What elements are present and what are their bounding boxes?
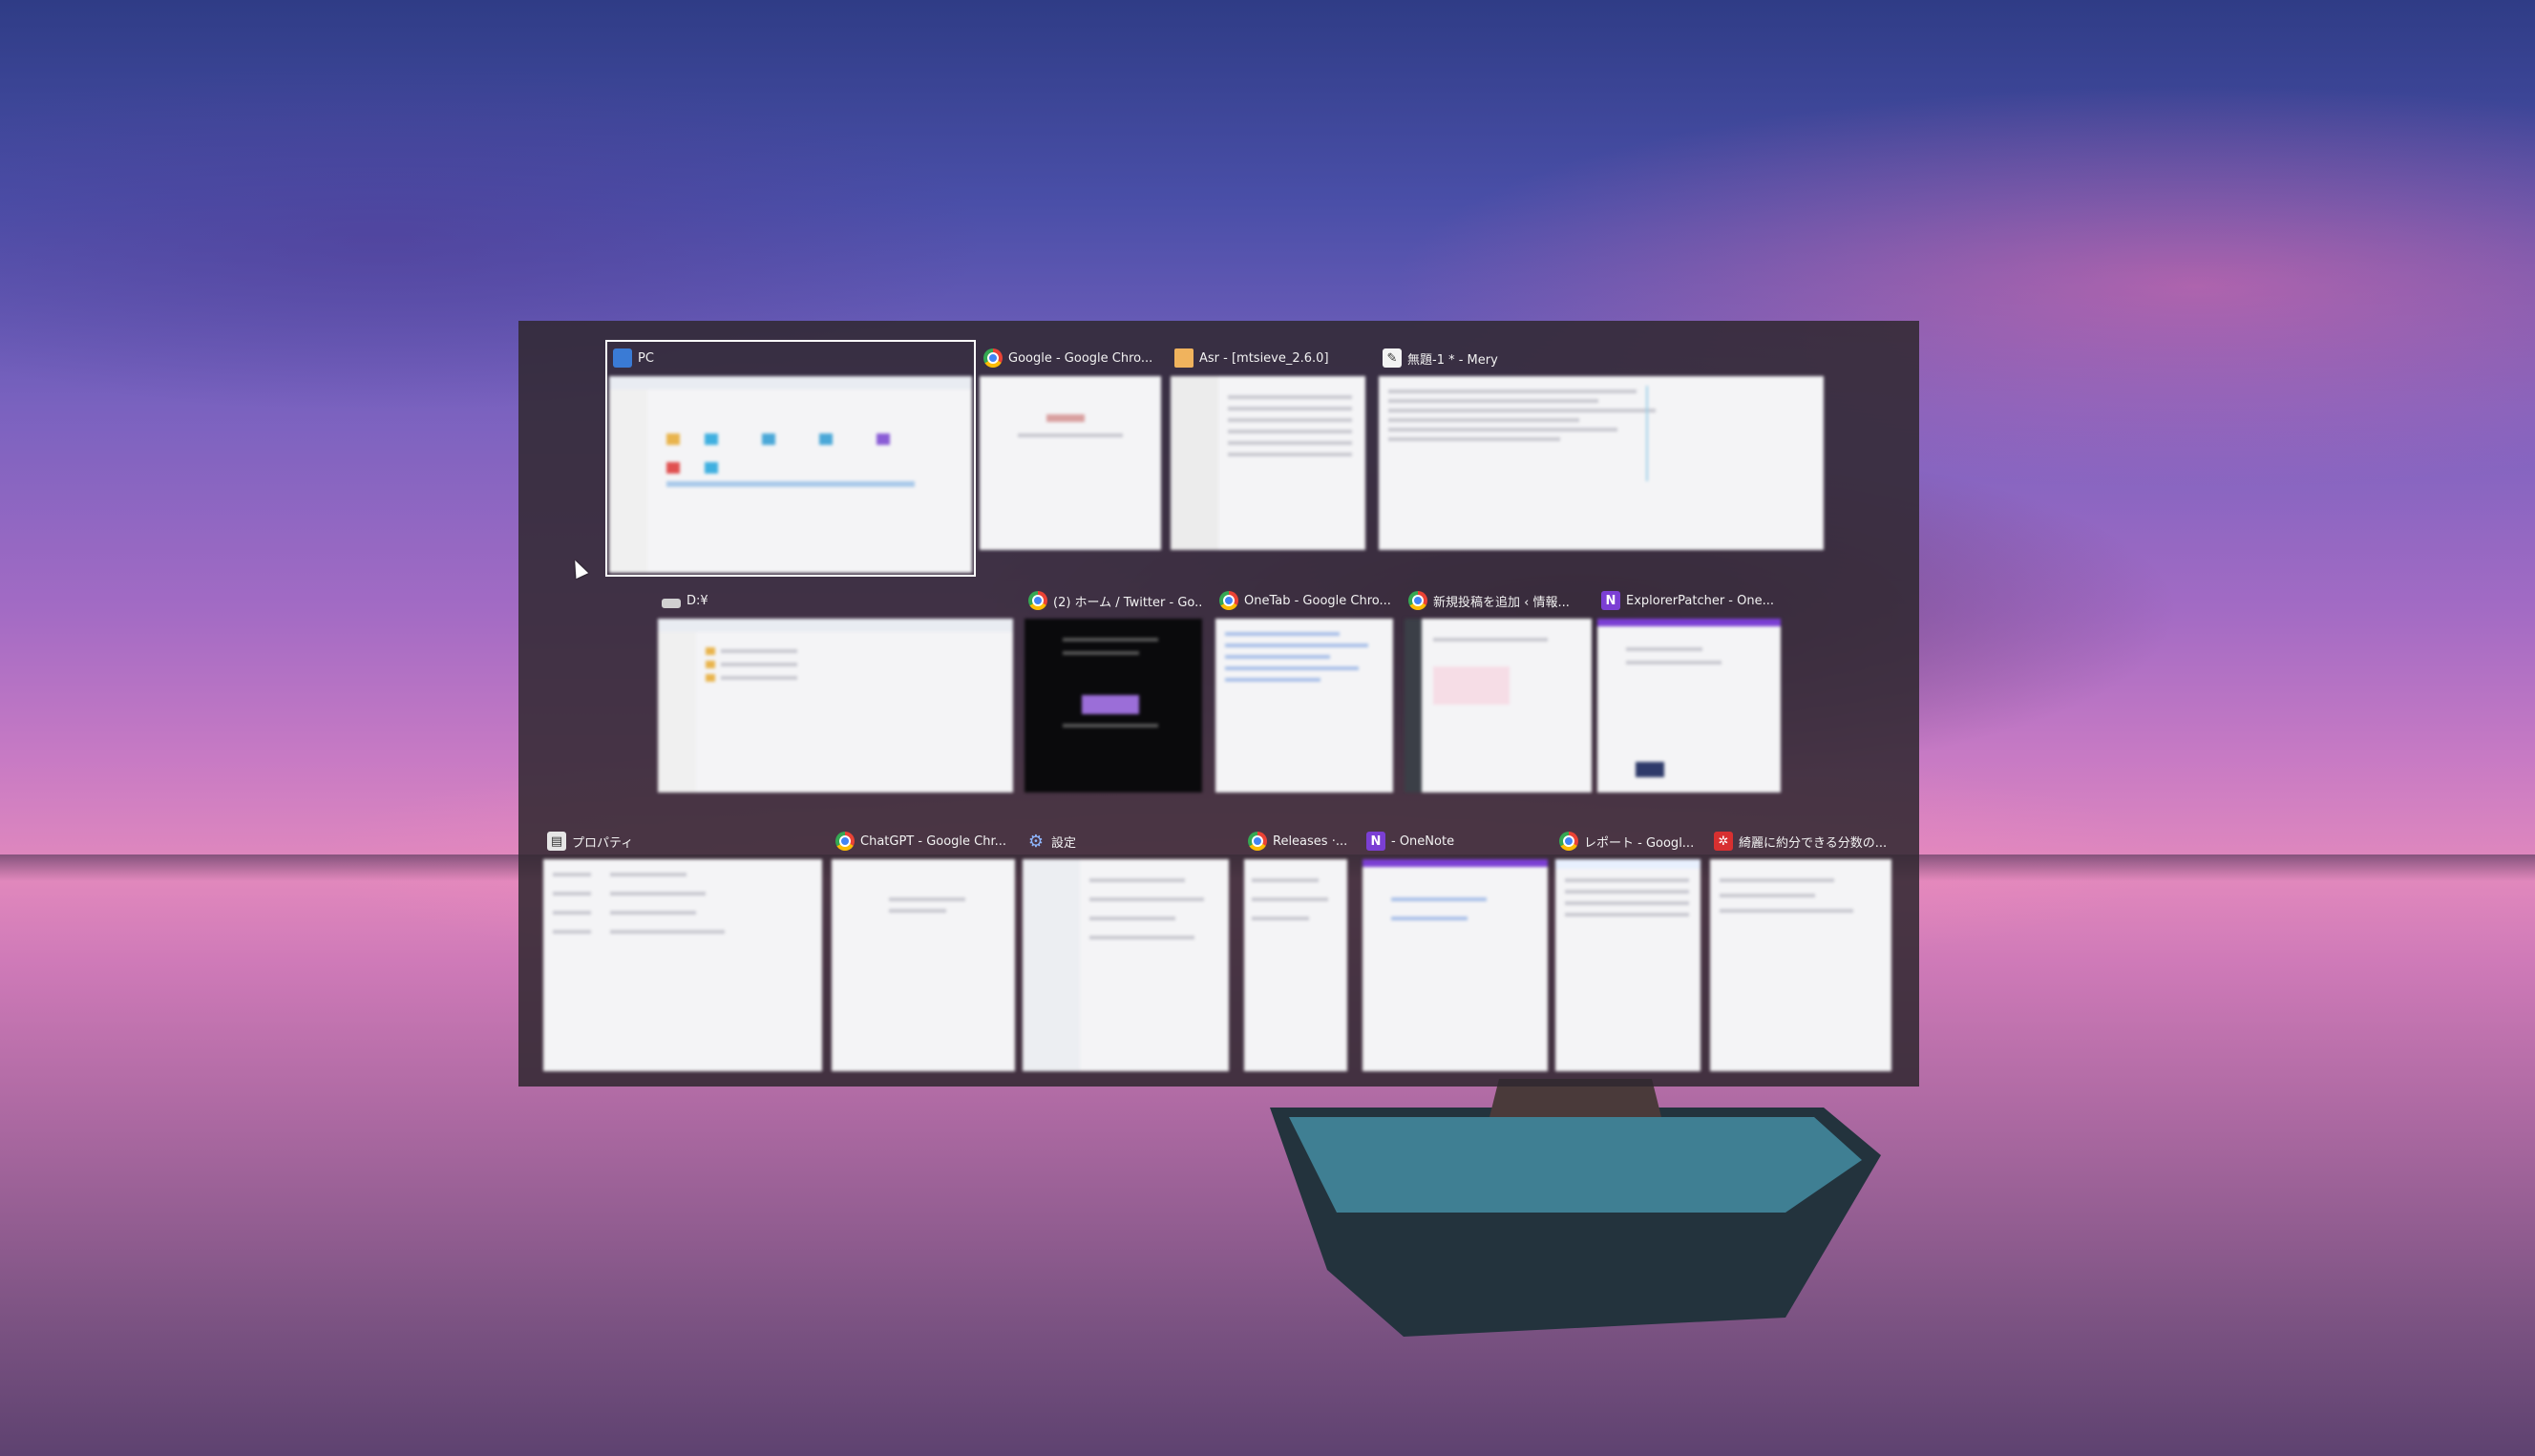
folder-icon bbox=[1174, 348, 1194, 368]
window-title: 綺麗に約分できる分数の... bbox=[1739, 835, 1888, 851]
window-thumb-releases[interactable]: Releases ·... bbox=[1244, 827, 1347, 1071]
window-preview bbox=[832, 859, 1015, 1071]
settings-gear-icon: ⚙ bbox=[1027, 831, 1045, 852]
drive-icon bbox=[662, 599, 681, 608]
onenote-icon: N bbox=[1366, 832, 1385, 851]
window-preview bbox=[1025, 619, 1202, 792]
window-preview bbox=[1244, 859, 1347, 1071]
window-title: Google - Google Chro... bbox=[1008, 350, 1153, 366]
window-thumb-wordpress[interactable]: 新規投稿を追加 ‹ 情報... bbox=[1405, 586, 1592, 792]
window-title: 設定 bbox=[1051, 835, 1077, 851]
app-red-icon: ✲ bbox=[1714, 832, 1733, 851]
chrome-icon bbox=[1219, 591, 1238, 610]
window-preview bbox=[1023, 859, 1229, 1071]
window-thumb-pc[interactable]: PC bbox=[605, 340, 976, 577]
window-preview bbox=[1379, 376, 1824, 550]
chrome-icon bbox=[835, 832, 855, 851]
window-thumb-onetab[interactable]: OneTab - Google Chro... bbox=[1215, 586, 1393, 792]
window-title: OneTab - Google Chro... bbox=[1244, 593, 1391, 608]
window-thumb-settings[interactable]: ⚙ 設定 bbox=[1023, 827, 1229, 1071]
window-preview bbox=[1710, 859, 1891, 1071]
window-title: ChatGPT - Google Chr... bbox=[860, 834, 1007, 849]
window-thumb-d-drive[interactable]: D:¥ bbox=[658, 586, 1013, 792]
mery-icon: ✎ bbox=[1383, 348, 1402, 368]
window-title: PC bbox=[638, 350, 654, 366]
window-thumb-mery-editor[interactable]: ✎ 無題-1 * - Mery bbox=[1379, 344, 1824, 550]
window-thumb-report-sheets[interactable]: レポート - Googl... bbox=[1555, 827, 1701, 1071]
properties-icon: ▤ bbox=[547, 832, 566, 851]
window-title: - OneNote bbox=[1391, 834, 1455, 849]
window-thumb-properties[interactable]: ▤ プロパティ bbox=[543, 827, 822, 1071]
window-thumb-explorerpatcher-onenote[interactable]: N ExplorerPatcher - One... bbox=[1597, 586, 1781, 792]
window-preview bbox=[609, 376, 972, 573]
chrome-icon bbox=[1408, 591, 1427, 610]
alt-tab-switcher: PC Google - Google Chro... Asr - [mtsiev… bbox=[518, 321, 1919, 1087]
window-preview bbox=[1597, 619, 1781, 792]
window-preview bbox=[980, 376, 1161, 550]
window-preview bbox=[658, 619, 1013, 792]
window-preview bbox=[1171, 376, 1365, 550]
window-preview bbox=[1215, 619, 1393, 792]
window-title: ExplorerPatcher - One... bbox=[1626, 593, 1774, 608]
window-title: 無題-1 * - Mery bbox=[1407, 352, 1498, 368]
window-preview bbox=[1363, 859, 1548, 1071]
onenote-icon: N bbox=[1601, 591, 1620, 610]
boat-illustration bbox=[1270, 1079, 1881, 1337]
window-thumb-onenote[interactable]: N - OneNote bbox=[1363, 827, 1548, 1071]
window-title: D:¥ bbox=[687, 593, 708, 608]
window-preview bbox=[1405, 619, 1592, 792]
window-thumb-fraction-app[interactable]: ✲ 綺麗に約分できる分数の... bbox=[1710, 827, 1891, 1071]
chrome-icon bbox=[1248, 832, 1267, 851]
window-title: Releases ·... bbox=[1273, 834, 1347, 849]
window-title: Asr - [mtsieve_2.6.0] bbox=[1199, 350, 1329, 366]
window-title: レポート - Googl... bbox=[1584, 835, 1695, 851]
window-preview bbox=[543, 859, 822, 1071]
window-thumb-chatgpt[interactable]: ChatGPT - Google Chr... bbox=[832, 827, 1015, 1071]
window-title: (2) ホーム / Twitter - Go... bbox=[1053, 595, 1202, 610]
chrome-icon bbox=[983, 348, 1003, 368]
window-thumb-google-chrome[interactable]: Google - Google Chro... bbox=[980, 344, 1161, 550]
window-thumb-folder-asr[interactable]: Asr - [mtsieve_2.6.0] bbox=[1171, 344, 1365, 550]
window-title: プロパティ bbox=[572, 835, 634, 851]
this-pc-icon bbox=[613, 348, 632, 368]
window-title: 新規投稿を追加 ‹ 情報... bbox=[1433, 595, 1570, 610]
chrome-icon bbox=[1028, 591, 1047, 610]
window-thumb-twitter[interactable]: (2) ホーム / Twitter - Go... bbox=[1025, 586, 1202, 792]
chrome-icon bbox=[1559, 832, 1578, 851]
window-preview bbox=[1555, 859, 1701, 1071]
